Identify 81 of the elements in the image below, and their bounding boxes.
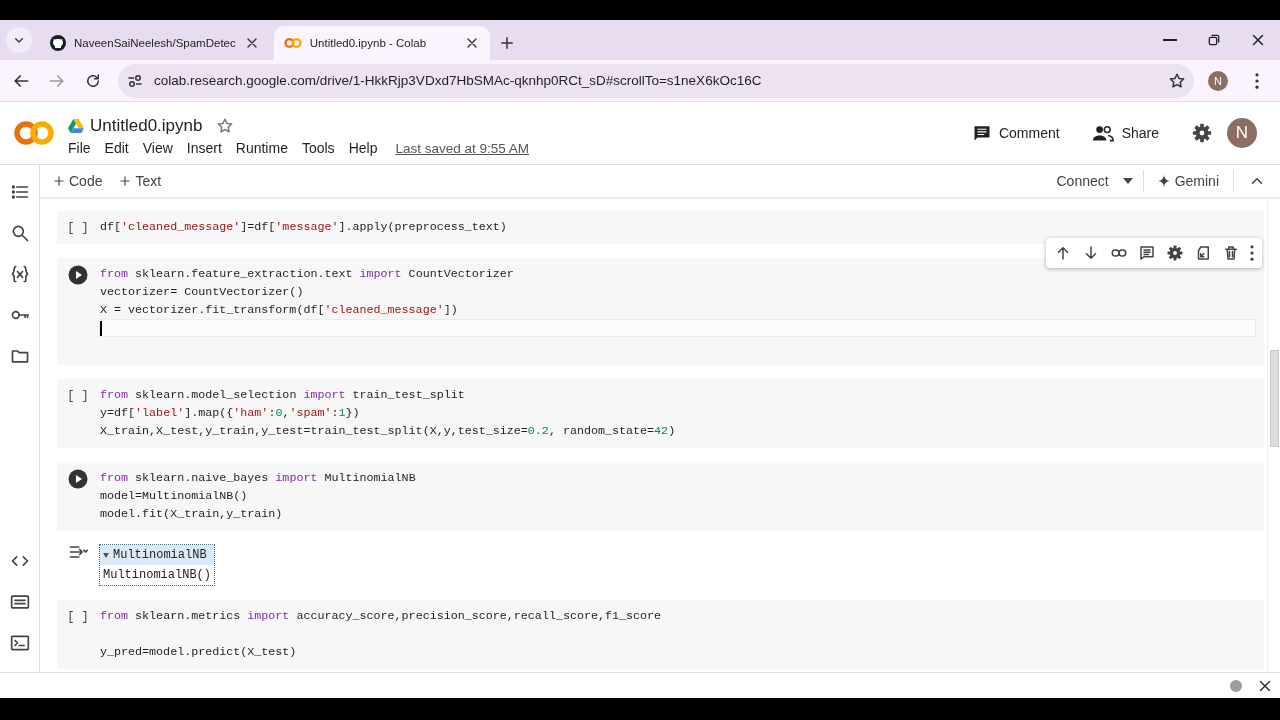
menu-item[interactable]: Tools bbox=[301, 140, 349, 156]
star-icon bbox=[1168, 71, 1186, 90]
code-line: model=MultinomialNB() bbox=[100, 488, 249, 505]
execution-prompt: [ ] bbox=[67, 609, 89, 626]
logo-icon bbox=[14, 120, 54, 146]
menu-item[interactable]: Edit bbox=[104, 140, 143, 156]
minimize-icon bbox=[1163, 39, 1177, 41]
drive-icon bbox=[68, 119, 84, 133]
table-of-contents-icon bbox=[9, 182, 30, 202]
delete-button[interactable] bbox=[1222, 244, 1240, 262]
run-cell-button[interactable] bbox=[68, 469, 88, 489]
menu-item[interactable]: View bbox=[142, 140, 187, 156]
command-palette-icon bbox=[9, 592, 30, 612]
account-avatar[interactable]: N bbox=[1227, 118, 1257, 148]
caret-icon bbox=[103, 552, 109, 558]
execution-prompt: [ ] bbox=[67, 220, 89, 237]
code-line: df['cleaned_message']=df['message'].apply(preprocess_text) bbox=[100, 219, 508, 236]
code-line: from sklearn.naive_bayes import MultinomialNB bbox=[100, 470, 417, 487]
estimator-repr: MultinomialNB() bbox=[102, 567, 213, 584]
favicon-icon bbox=[283, 37, 302, 49]
comment-button[interactable]: Comment bbox=[972, 124, 1060, 142]
code-line: X_train,X_test,y_train,y_test=train_test_split(X,y,test_size=0.2, random_state=42) bbox=[100, 423, 677, 440]
reload-icon bbox=[84, 71, 102, 90]
last-saved-link[interactable]: Last saved at 9:55 AM bbox=[395, 140, 529, 156]
code-cell[interactable]: [ ] df['cleaned_message']=df['message'].apply(preprocess_text) bbox=[57, 211, 1264, 244]
code-line: from sklearn.metrics import accuracy_score,precision_score,recall_score,f1_score bbox=[100, 608, 663, 625]
menu-item[interactable]: File bbox=[68, 140, 105, 156]
code-line: X = vectorizer.fit_transform(df['cleaned_message']) bbox=[100, 302, 459, 319]
sparkle-icon bbox=[1157, 175, 1170, 187]
settings-icon bbox=[1166, 244, 1184, 262]
code-line: from sklearn.feature_extraction.text import CountVectorizer bbox=[100, 266, 515, 283]
restore-icon bbox=[1206, 32, 1222, 48]
star-icon bbox=[216, 117, 235, 135]
estimator-header[interactable]: MultinomialNB bbox=[100, 545, 215, 565]
notebook-title[interactable]: Untitled0.ipynb bbox=[90, 116, 203, 136]
more-icon bbox=[1250, 245, 1254, 261]
browser-tab[interactable]: Untitled0.ipynb - Colab bbox=[273, 26, 490, 60]
comment-button[interactable] bbox=[1138, 244, 1156, 262]
address-field[interactable]: colab.research.google.com/drive/1-HkkRjp3VDxd7HbSMAc-qknhp0RCt_sD#scrollTo=s1neX6kOc16C bbox=[118, 63, 1194, 98]
run-cell-button[interactable] bbox=[68, 265, 88, 285]
favicon-icon bbox=[50, 35, 66, 51]
profile-avatar[interactable]: N bbox=[1208, 70, 1228, 91]
code-cell[interactable]: [ ] from sklearn.metrics import accuracy_score,precision_score,recall_score,f1_score y_pred=model.predict(X_test) bbox=[57, 600, 1264, 669]
connect-button[interactable]: Connect bbox=[1046, 173, 1143, 189]
menu-item[interactable]: Runtime bbox=[235, 140, 302, 156]
code-cell[interactable]: [ ] from sklearn.model_selection import train_test_split y=df['label'].map({'ham':0,'spam':1}) X_train,X_test,y_train,y_test=train_test_split(X,y,test_size=0.2, random_state=42) bbox=[57, 379, 1264, 448]
status-dot-icon bbox=[1230, 679, 1242, 692]
code-cell[interactable]: from sklearn.feature_extraction.text import CountVectorizer vectorizer= CountVectorizer() X = vectorizer.fit_transform(df['cleaned_message']) bbox=[57, 258, 1264, 365]
insert-cell-button[interactable]: Text bbox=[112, 173, 168, 189]
code-line: from sklearn.model_selection import train_test_split bbox=[100, 387, 466, 404]
people-icon bbox=[1091, 124, 1114, 142]
insert-cell-button[interactable]: Code bbox=[46, 173, 109, 189]
comment-icon bbox=[1138, 244, 1156, 262]
delete-icon bbox=[1222, 244, 1240, 262]
variables-icon bbox=[9, 264, 30, 284]
scrollbar[interactable] bbox=[1267, 198, 1280, 672]
code-line: vectorizer= CountVectorizer() bbox=[100, 284, 305, 301]
code-line: y=df['label'].map({'ham':0,'spam':1}) bbox=[100, 405, 361, 422]
comment-icon bbox=[972, 124, 991, 142]
menu-item[interactable]: Help bbox=[348, 140, 392, 156]
play-icon bbox=[68, 469, 88, 489]
execution-prompt: [ ] bbox=[67, 388, 89, 405]
code-cell[interactable]: from sklearn.naive_bayes import MultinomialNB model=MultinomialNB() model.fit(X_train,y_train) bbox=[57, 462, 1264, 531]
play-icon bbox=[68, 265, 88, 285]
plus-icon bbox=[118, 174, 133, 188]
browser-tab[interactable]: NaveenSaiNeelesh/SpamDetec bbox=[40, 26, 270, 60]
settings-icon bbox=[1191, 122, 1213, 144]
code-line: y_pred=model.predict(X_test) bbox=[100, 644, 298, 661]
share-button[interactable]: Share bbox=[1091, 124, 1159, 142]
code-line: model.fit(X_train,y_train) bbox=[100, 506, 284, 523]
bookmark-button[interactable] bbox=[1168, 71, 1186, 90]
kebab-icon bbox=[1255, 72, 1259, 89]
tab-list-button[interactable] bbox=[6, 27, 32, 53]
gemini-button[interactable]: Gemini bbox=[1143, 173, 1233, 189]
more-button[interactable] bbox=[1250, 245, 1254, 261]
plus-icon bbox=[52, 174, 66, 188]
settings-button[interactable] bbox=[1191, 122, 1213, 144]
caret-icon bbox=[1122, 178, 1133, 184]
settings-button[interactable] bbox=[1166, 244, 1184, 262]
terminal-icon bbox=[9, 633, 30, 653]
menu-item[interactable]: Insert bbox=[186, 140, 236, 156]
